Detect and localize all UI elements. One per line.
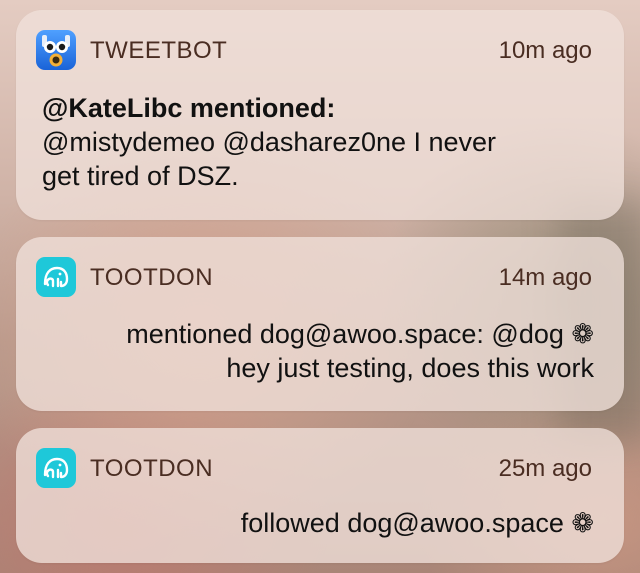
app-name: TWEETBOT [90,37,228,64]
notification-body: mentioned dog@awoo.space: @dog ❁ hey jus… [126,317,594,385]
body-line: hey just testing, does this work [226,353,594,383]
timestamp: 25m ago [498,455,592,482]
body-line: mentioned dog@awoo.space: @dog ❁ [126,319,594,349]
notification-tootdon-mention[interactable]: TOOTDON 14m ago mentioned dog@awoo.space… [16,237,624,411]
notification-tootdon-follow[interactable]: TOOTDON 25m ago followed dog@awoo.space … [16,428,624,563]
tweetbot-app-icon [36,30,76,70]
app-name: TOOTDON [90,455,214,482]
tootdon-app-icon [36,448,76,488]
body-line: @mistydemeo @dasharez0ne I never [42,127,497,157]
notification-title: @KateLibc mentioned: [42,93,336,123]
timestamp: 14m ago [498,264,592,291]
notification-body: followed dog@awoo.space ❁ [241,506,594,540]
app-name: TOOTDON [90,264,214,291]
body-line: followed dog@awoo.space ❁ [240,508,594,538]
tootdon-app-icon [36,257,76,297]
notification-tweetbot[interactable]: TWEETBOT 10m ago @KateLibc mentioned: @m… [16,10,624,220]
timestamp: 10m ago [498,37,592,64]
notification-body: @mistydemeo @dasharez0ne I never get tir… [42,125,582,193]
body-line: get tired of DSZ. [42,161,239,191]
